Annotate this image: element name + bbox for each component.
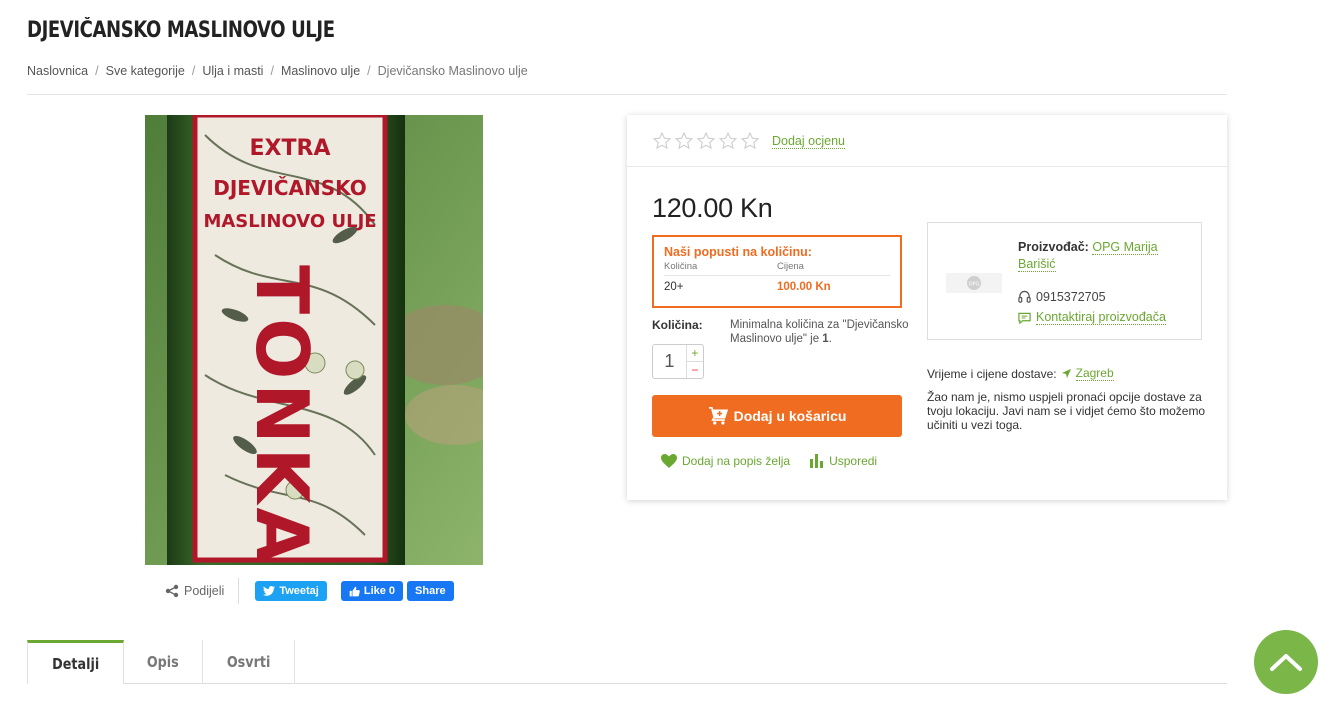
star-empty-icon[interactable] xyxy=(696,131,716,151)
bar-chart-icon xyxy=(810,454,824,468)
manufacturer-name: Proizvođač: OPG Marija Barišić xyxy=(1018,239,1188,273)
thumbs-up-icon xyxy=(349,586,360,596)
rating-stars[interactable] xyxy=(652,131,760,151)
facebook-share-button[interactable]: Share xyxy=(407,581,454,601)
share-row: Podijeli Tweetaj Like 0 Share xyxy=(165,578,454,604)
contact-manufacturer-link[interactable]: Kontaktiraj proizvođača xyxy=(1018,310,1166,325)
divider xyxy=(27,94,1227,95)
min-note-text: Minimalna količina za "Djevičansko Masli… xyxy=(730,319,909,345)
min-note-suffix: . xyxy=(828,333,832,345)
product-tabs: Detalji Opis Osvrti xyxy=(27,640,1227,684)
divider xyxy=(627,166,1227,167)
manufacturer-label: Proizvođač: xyxy=(1018,240,1089,254)
scroll-to-top-button[interactable] xyxy=(1254,630,1318,694)
delivery-label: Vrijeme i cijene dostave: xyxy=(927,366,1057,381)
breadcrumb-separator: / xyxy=(191,64,196,78)
product-image[interactable]: EXTRA DJEVIČANSKO MASLINOVO ULJE TONKA xyxy=(145,115,483,565)
label-line-2: DJEVIČANSKO xyxy=(213,176,367,200)
share-button[interactable]: Podijeli xyxy=(165,578,240,604)
cart-icon xyxy=(708,407,728,425)
wishlist-label: Dodaj na popis želja xyxy=(682,454,791,468)
message-icon xyxy=(1018,312,1031,324)
breadcrumb-home[interactable]: Naslovnica xyxy=(27,64,88,78)
breadcrumb-separator: / xyxy=(367,64,371,78)
discount-col-qty: Količina xyxy=(664,261,698,272)
headset-icon xyxy=(1018,290,1031,303)
manufacturer-box: OPG Proizvođač: OPG Marija Barišić 09153… xyxy=(927,222,1202,340)
chevron-up-icon xyxy=(1270,654,1302,671)
quantity-increase-button[interactable]: + xyxy=(686,345,703,362)
breadcrumb-oils-fats[interactable]: Ulja i masti xyxy=(202,64,263,78)
breadcrumb-separator: / xyxy=(270,64,274,78)
tab-description[interactable]: Opis xyxy=(124,640,203,684)
facebook-like-button[interactable]: Like 0 xyxy=(340,581,404,601)
phone-number: 0915372705 xyxy=(1036,290,1106,304)
product-page: DJEVIČANSKO MASLINOVO ULJE Naslovnica / … xyxy=(0,0,1331,701)
delivery-info: Vrijeme i cijene dostave: Zagreb xyxy=(927,366,1114,381)
tab-details-label: Detalji xyxy=(52,654,100,673)
quantity-input[interactable]: 1 xyxy=(653,345,686,378)
heart-icon xyxy=(661,454,677,468)
share-label: Podijeli xyxy=(184,584,225,598)
quantity-discount-box: Naši popusti na količinu: Količina Cijen… xyxy=(652,235,902,308)
facebook-share-label: Share xyxy=(415,585,446,597)
breadcrumb-current: Djevičansko Maslinovo ulje xyxy=(377,64,528,78)
svg-text:OPG: OPG xyxy=(969,282,980,288)
tweet-button[interactable]: Tweetaj xyxy=(255,581,327,601)
opg-logo-icon: OPG xyxy=(946,273,1002,293)
page-title: DJEVIČANSKO MASLINOVO ULJE xyxy=(27,18,335,43)
star-empty-icon[interactable] xyxy=(674,131,694,151)
compare-button[interactable]: Usporedi xyxy=(810,454,877,468)
add-to-wishlist-button[interactable]: Dodaj na popis želja xyxy=(661,454,790,468)
product-info-card: Dodaj ocjenu 120.00 Kn Naši popusti na k… xyxy=(627,115,1227,500)
rating-row: Dodaj ocjenu xyxy=(652,131,845,151)
olive-oil-bottle-photo: EXTRA DJEVIČANSKO MASLINOVO ULJE TONKA xyxy=(145,115,483,565)
tab-reviews-label: Osvrti xyxy=(226,653,271,671)
location-arrow-icon xyxy=(1061,368,1071,379)
label-line-1: EXTRA xyxy=(250,136,331,161)
product-price: 120.00 Kn xyxy=(652,193,773,223)
delivery-city-link[interactable]: Zagreb xyxy=(1075,366,1114,381)
tweet-label: Tweetaj xyxy=(279,585,319,597)
breadcrumb-separator: / xyxy=(95,64,99,78)
minimum-quantity-note: Minimalna količina za "Djevičansko Masli… xyxy=(730,318,915,346)
add-to-cart-button[interactable]: Dodaj u košaricu xyxy=(652,395,902,437)
star-empty-icon[interactable] xyxy=(740,131,760,151)
quantity-stepper: 1 + − xyxy=(652,344,704,379)
compare-label: Usporedi xyxy=(829,454,878,468)
wishlist-compare-row: Dodaj na popis želja Usporedi xyxy=(661,454,877,468)
tab-description-label: Opis xyxy=(147,653,180,671)
star-empty-icon[interactable] xyxy=(718,131,738,151)
discount-row: 20+ 100.00 Kn xyxy=(664,281,890,293)
discount-col-price: Cijena xyxy=(777,261,804,272)
add-rating-link[interactable]: Dodaj ocjenu xyxy=(772,134,845,149)
quantity-buttons: + − xyxy=(685,345,703,378)
delivery-note: Žao nam je, nismo uspjeli pronaći opcije… xyxy=(927,390,1206,432)
facebook-like-label: Like 0 xyxy=(363,585,396,597)
manufacturer-logo[interactable]: OPG xyxy=(946,271,1002,295)
breadcrumb-all-categories[interactable]: Sve kategorije xyxy=(106,64,185,78)
label-brand-vertical: TONKA xyxy=(240,265,324,565)
discount-price: 100.00 Kn xyxy=(777,281,831,293)
contact-manufacturer-label: Kontaktiraj proizvođača xyxy=(1036,310,1166,325)
breadcrumb-olive-oil[interactable]: Maslinovo ulje xyxy=(281,64,360,78)
discount-title: Naši popusti na količinu: xyxy=(664,245,812,259)
twitter-icon xyxy=(263,586,276,596)
quantity-decrease-button[interactable]: − xyxy=(687,362,703,378)
manufacturer-phone: 0915372705 xyxy=(1018,290,1106,304)
breadcrumb: Naslovnica / Sve kategorije / Ulja i mas… xyxy=(27,64,528,78)
label-line-3: MASLINOVO ULJE xyxy=(203,211,376,232)
tab-reviews[interactable]: Osvrti xyxy=(203,640,296,684)
star-empty-icon[interactable] xyxy=(652,131,672,151)
share-icon xyxy=(165,584,179,598)
quantity-label: Količina: xyxy=(652,318,703,332)
discount-header: Količina Cijena xyxy=(664,261,890,276)
discount-qty: 20+ xyxy=(664,281,684,293)
add-to-cart-label: Dodaj u košaricu xyxy=(733,408,847,424)
tab-details[interactable]: Detalji xyxy=(27,640,125,684)
